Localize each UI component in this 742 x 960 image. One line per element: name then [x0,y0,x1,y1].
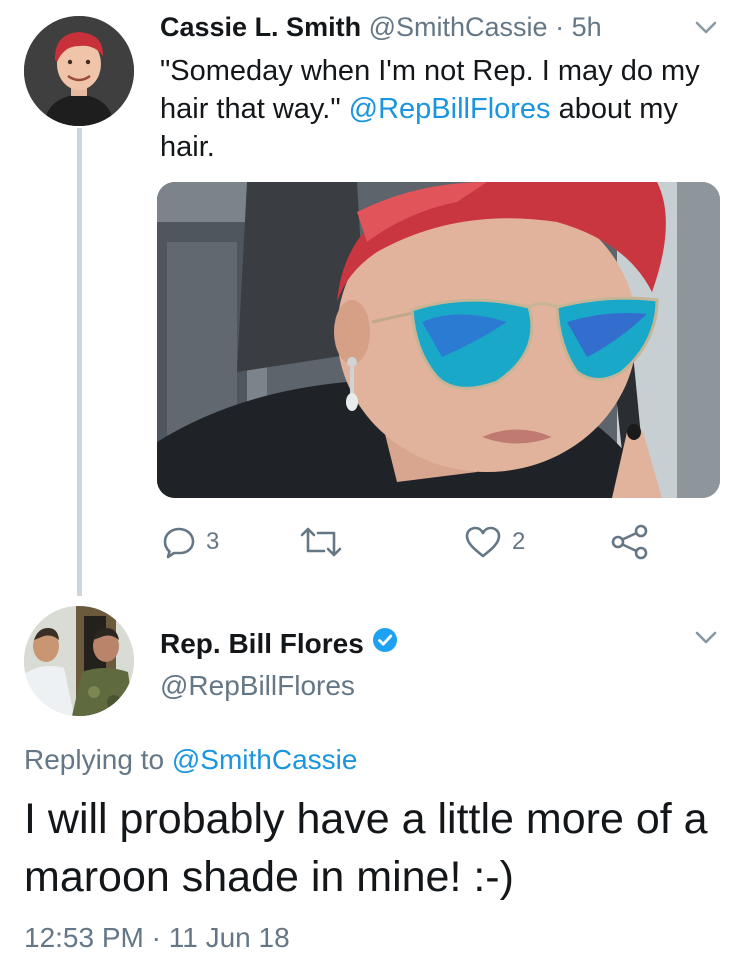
tweet-timestamp[interactable]: 12:53 PM · 11 Jun 18 [24,920,290,956]
author-handle[interactable]: @RepBillFlores [160,668,355,704]
tweet-time[interactable]: 5h [572,12,602,42]
author-name[interactable]: Cassie L. Smith [160,12,361,42]
chevron-down-icon[interactable] [692,18,720,38]
chevron-down-icon[interactable] [692,628,720,648]
author-name[interactable]: Rep. Bill Flores [160,626,364,662]
tweet2-header: Rep. Bill Flores [160,626,398,662]
avatar-cassie[interactable] [24,16,134,126]
tweet1-header: Cassie L. Smith @SmithCassie · 5h [160,10,602,44]
like-count: 2 [512,528,526,555]
share-icon [610,524,650,560]
avatar-bill-flores[interactable] [24,606,134,716]
replying-to: Replying to @SmithCassie [24,742,357,778]
mention-link[interactable]: @RepBillFlores [349,93,551,125]
tweet1-text: "Someday when I'm not Rep. I may do my h… [160,52,720,166]
tweet-photo[interactable] [157,182,720,498]
separator: · [547,12,572,42]
reply-count: 3 [206,528,220,555]
retweet-icon [298,525,344,559]
replying-handle-link[interactable]: @SmithCassie [172,744,358,775]
tweet2-text: I will probably have a little more of a … [24,795,708,901]
share-action[interactable] [610,524,650,560]
retweet-action[interactable] [298,524,354,560]
replying-label: Replying to [24,744,172,775]
reply-icon [162,525,196,559]
reply-action[interactable]: 3 [162,524,219,560]
like-action[interactable]: 2 [464,524,525,560]
author-handle[interactable]: @SmithCassie [369,12,548,42]
heart-icon [464,525,502,559]
verified-badge-icon [372,626,398,662]
thread-connector-line [77,128,82,596]
